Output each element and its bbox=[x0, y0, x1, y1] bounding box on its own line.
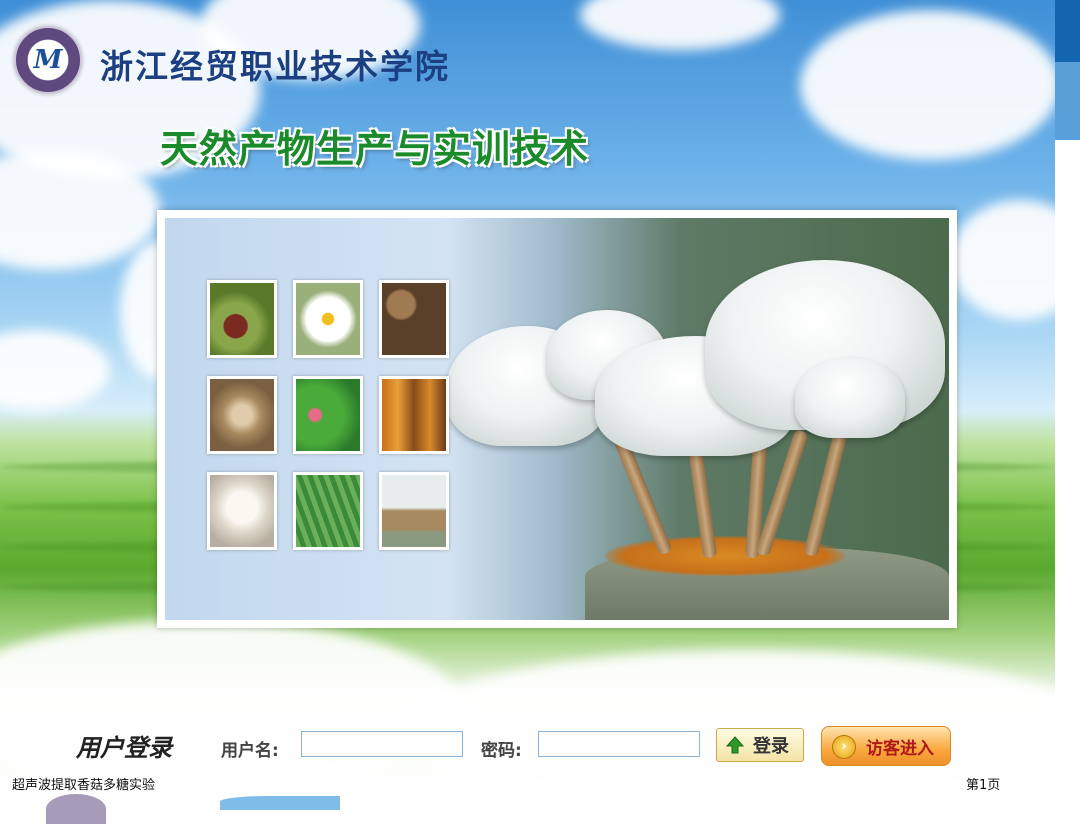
right-edge-strip bbox=[1055, 0, 1080, 810]
footer-bar-decoration bbox=[220, 796, 340, 810]
chrysanthemum-photo-icon bbox=[293, 280, 363, 358]
guest-entry-button[interactable]: › 访客进入 bbox=[821, 726, 951, 766]
up-arrow-icon bbox=[725, 736, 745, 754]
guest-button-label: 访客进入 bbox=[866, 738, 934, 759]
page-number: 第1页 bbox=[966, 778, 1001, 793]
shiitake-photo-icon bbox=[379, 280, 449, 358]
herb-photo-icon bbox=[293, 472, 363, 550]
course-title: 天然产物生产与实训技术 bbox=[160, 127, 590, 171]
username-input[interactable] bbox=[301, 731, 463, 757]
lotus-photo-icon bbox=[293, 376, 363, 454]
shells-photo-icon bbox=[207, 376, 277, 454]
garlic-photo-icon bbox=[207, 472, 277, 550]
hanging-mushrooms-photo-icon bbox=[379, 376, 449, 454]
thumbnail-grid bbox=[207, 280, 449, 550]
login-button-label: 登录 bbox=[753, 736, 789, 757]
school-name: 浙江经贸职业技术学院 bbox=[100, 47, 450, 86]
chevron-right-icon: › bbox=[832, 735, 856, 759]
login-title: 用户登录 bbox=[76, 734, 172, 762]
dates-photo-icon bbox=[207, 280, 277, 358]
slide-footer-text: 超声波提取香菇多糖实验 bbox=[12, 778, 156, 793]
password-input[interactable] bbox=[538, 731, 700, 757]
white-mushroom-photo-icon bbox=[379, 472, 449, 550]
porcelain-mushroom-photo-icon bbox=[165, 218, 949, 620]
password-label: 密码: bbox=[481, 741, 522, 761]
gallery-panel bbox=[157, 210, 957, 628]
username-label: 用户名: bbox=[221, 741, 279, 761]
footer-seal-decoration bbox=[46, 794, 106, 824]
school-logo: M bbox=[14, 26, 82, 94]
login-button[interactable]: 登录 bbox=[716, 728, 804, 762]
logo-letter: M bbox=[33, 45, 63, 75]
